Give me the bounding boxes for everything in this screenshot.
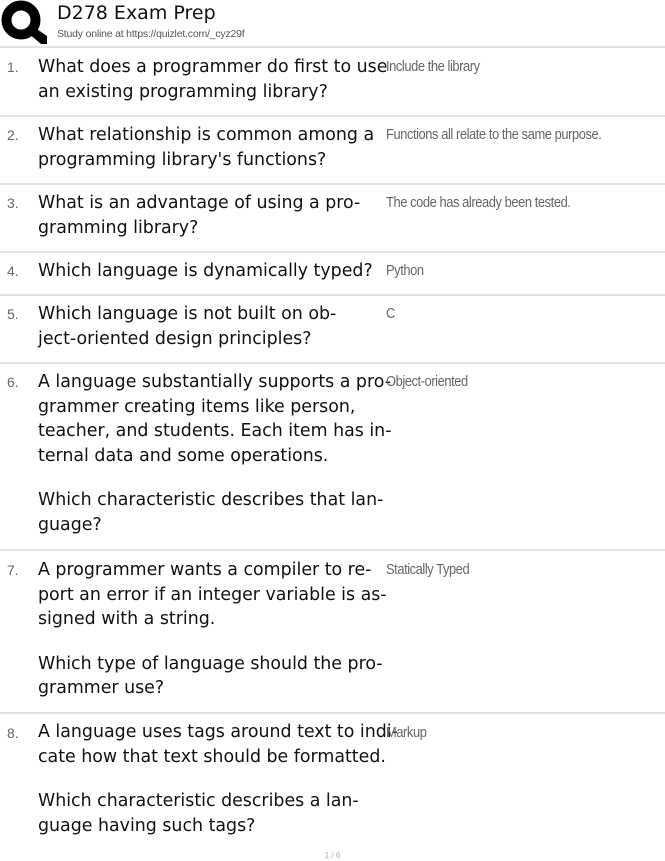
card-question: What relationship is common among a prog… xyxy=(38,123,382,172)
question-line: an existing programming library? xyxy=(38,81,328,102)
card-question: A language uses tags around text to indi… xyxy=(38,720,398,838)
question-line: What does a programmer do first to use xyxy=(38,57,388,77)
card-question: What is an advantage of using a pro- gra… xyxy=(38,191,382,240)
question-line: A language uses tags around text to indi… xyxy=(38,722,398,742)
question-line: gramming library? xyxy=(38,217,199,238)
card-question: Which language is dynamically typed? xyxy=(38,259,382,284)
document-title: D278 Exam Prep xyxy=(57,2,216,24)
divider xyxy=(0,712,665,714)
card-answer: The code has already been tested. xyxy=(386,194,571,211)
divider xyxy=(0,46,665,48)
question-line: ject-oriented design principles? xyxy=(38,328,312,349)
question-line: A programmer wants a compiler to re- xyxy=(38,560,372,580)
question-line: What is an advantage of using a pro- xyxy=(38,193,361,213)
card-answer: Include the library xyxy=(386,58,480,75)
divider xyxy=(0,183,665,185)
divider xyxy=(0,115,665,117)
card-number: 5. xyxy=(7,306,19,322)
divider xyxy=(0,549,665,551)
document-subtitle: Study online at https://quizlet.com/_cyz… xyxy=(57,28,245,40)
card-answer: Statically Typed xyxy=(386,561,470,578)
card-number: 3. xyxy=(7,195,19,211)
quizlet-logo-icon xyxy=(1,0,47,44)
divider xyxy=(0,362,665,364)
question-line: Which characteristic describes that lan- xyxy=(38,490,384,510)
card-number: 8. xyxy=(7,725,19,741)
card-question: A programmer wants a compiler to re- por… xyxy=(38,558,387,701)
card-number: 2. xyxy=(7,127,19,143)
card-answer: Python xyxy=(386,262,424,279)
question-line: port an error if an integer variable is … xyxy=(38,584,387,605)
card-number: 6. xyxy=(7,374,19,390)
card-question: A language substantially supports a pro-… xyxy=(38,370,392,537)
card-answer: Functions all relate to the same purpose… xyxy=(386,126,602,143)
divider xyxy=(0,251,665,253)
question-line: programming library's functions? xyxy=(38,149,327,170)
divider xyxy=(0,294,665,296)
question-line: Which language is dynamically typed? xyxy=(38,261,373,281)
question-line: cate how that text should be formatted. xyxy=(38,746,386,767)
question-line: Which type of language should the pro- xyxy=(38,653,383,674)
card-question: Which language is not built on ob- ject-… xyxy=(38,302,382,351)
question-line: grammer use? xyxy=(38,678,165,698)
question-line: Which characteristic describes a lan- xyxy=(38,791,359,811)
card-question: What does a programmer do first to use a… xyxy=(38,55,388,104)
card-answer: Markup xyxy=(386,724,427,741)
page-number: 1 / 6 xyxy=(324,851,341,860)
card-number: 4. xyxy=(7,263,19,279)
card-number: 1. xyxy=(7,59,19,75)
question-line: teacher, and students. Each item has in- xyxy=(38,421,392,441)
question-line: Which language is not built on ob- xyxy=(38,304,337,324)
question-line: guage? xyxy=(38,514,102,535)
document-header: D278 Exam Prep Study online at https://q… xyxy=(0,0,665,46)
question-line: A language substantially supports a pro- xyxy=(38,372,391,392)
question-line: ternal data and some operations. xyxy=(38,445,329,466)
question-line: guage having such tags? xyxy=(38,815,256,836)
question-line: What relationship is common among a xyxy=(38,125,375,145)
card-number: 7. xyxy=(7,562,19,578)
question-line: signed with a string. xyxy=(38,609,216,629)
card-answer: C xyxy=(386,305,395,322)
card-answer: Object-oriented xyxy=(386,373,468,390)
question-line: grammer creating items like person, xyxy=(38,396,356,417)
